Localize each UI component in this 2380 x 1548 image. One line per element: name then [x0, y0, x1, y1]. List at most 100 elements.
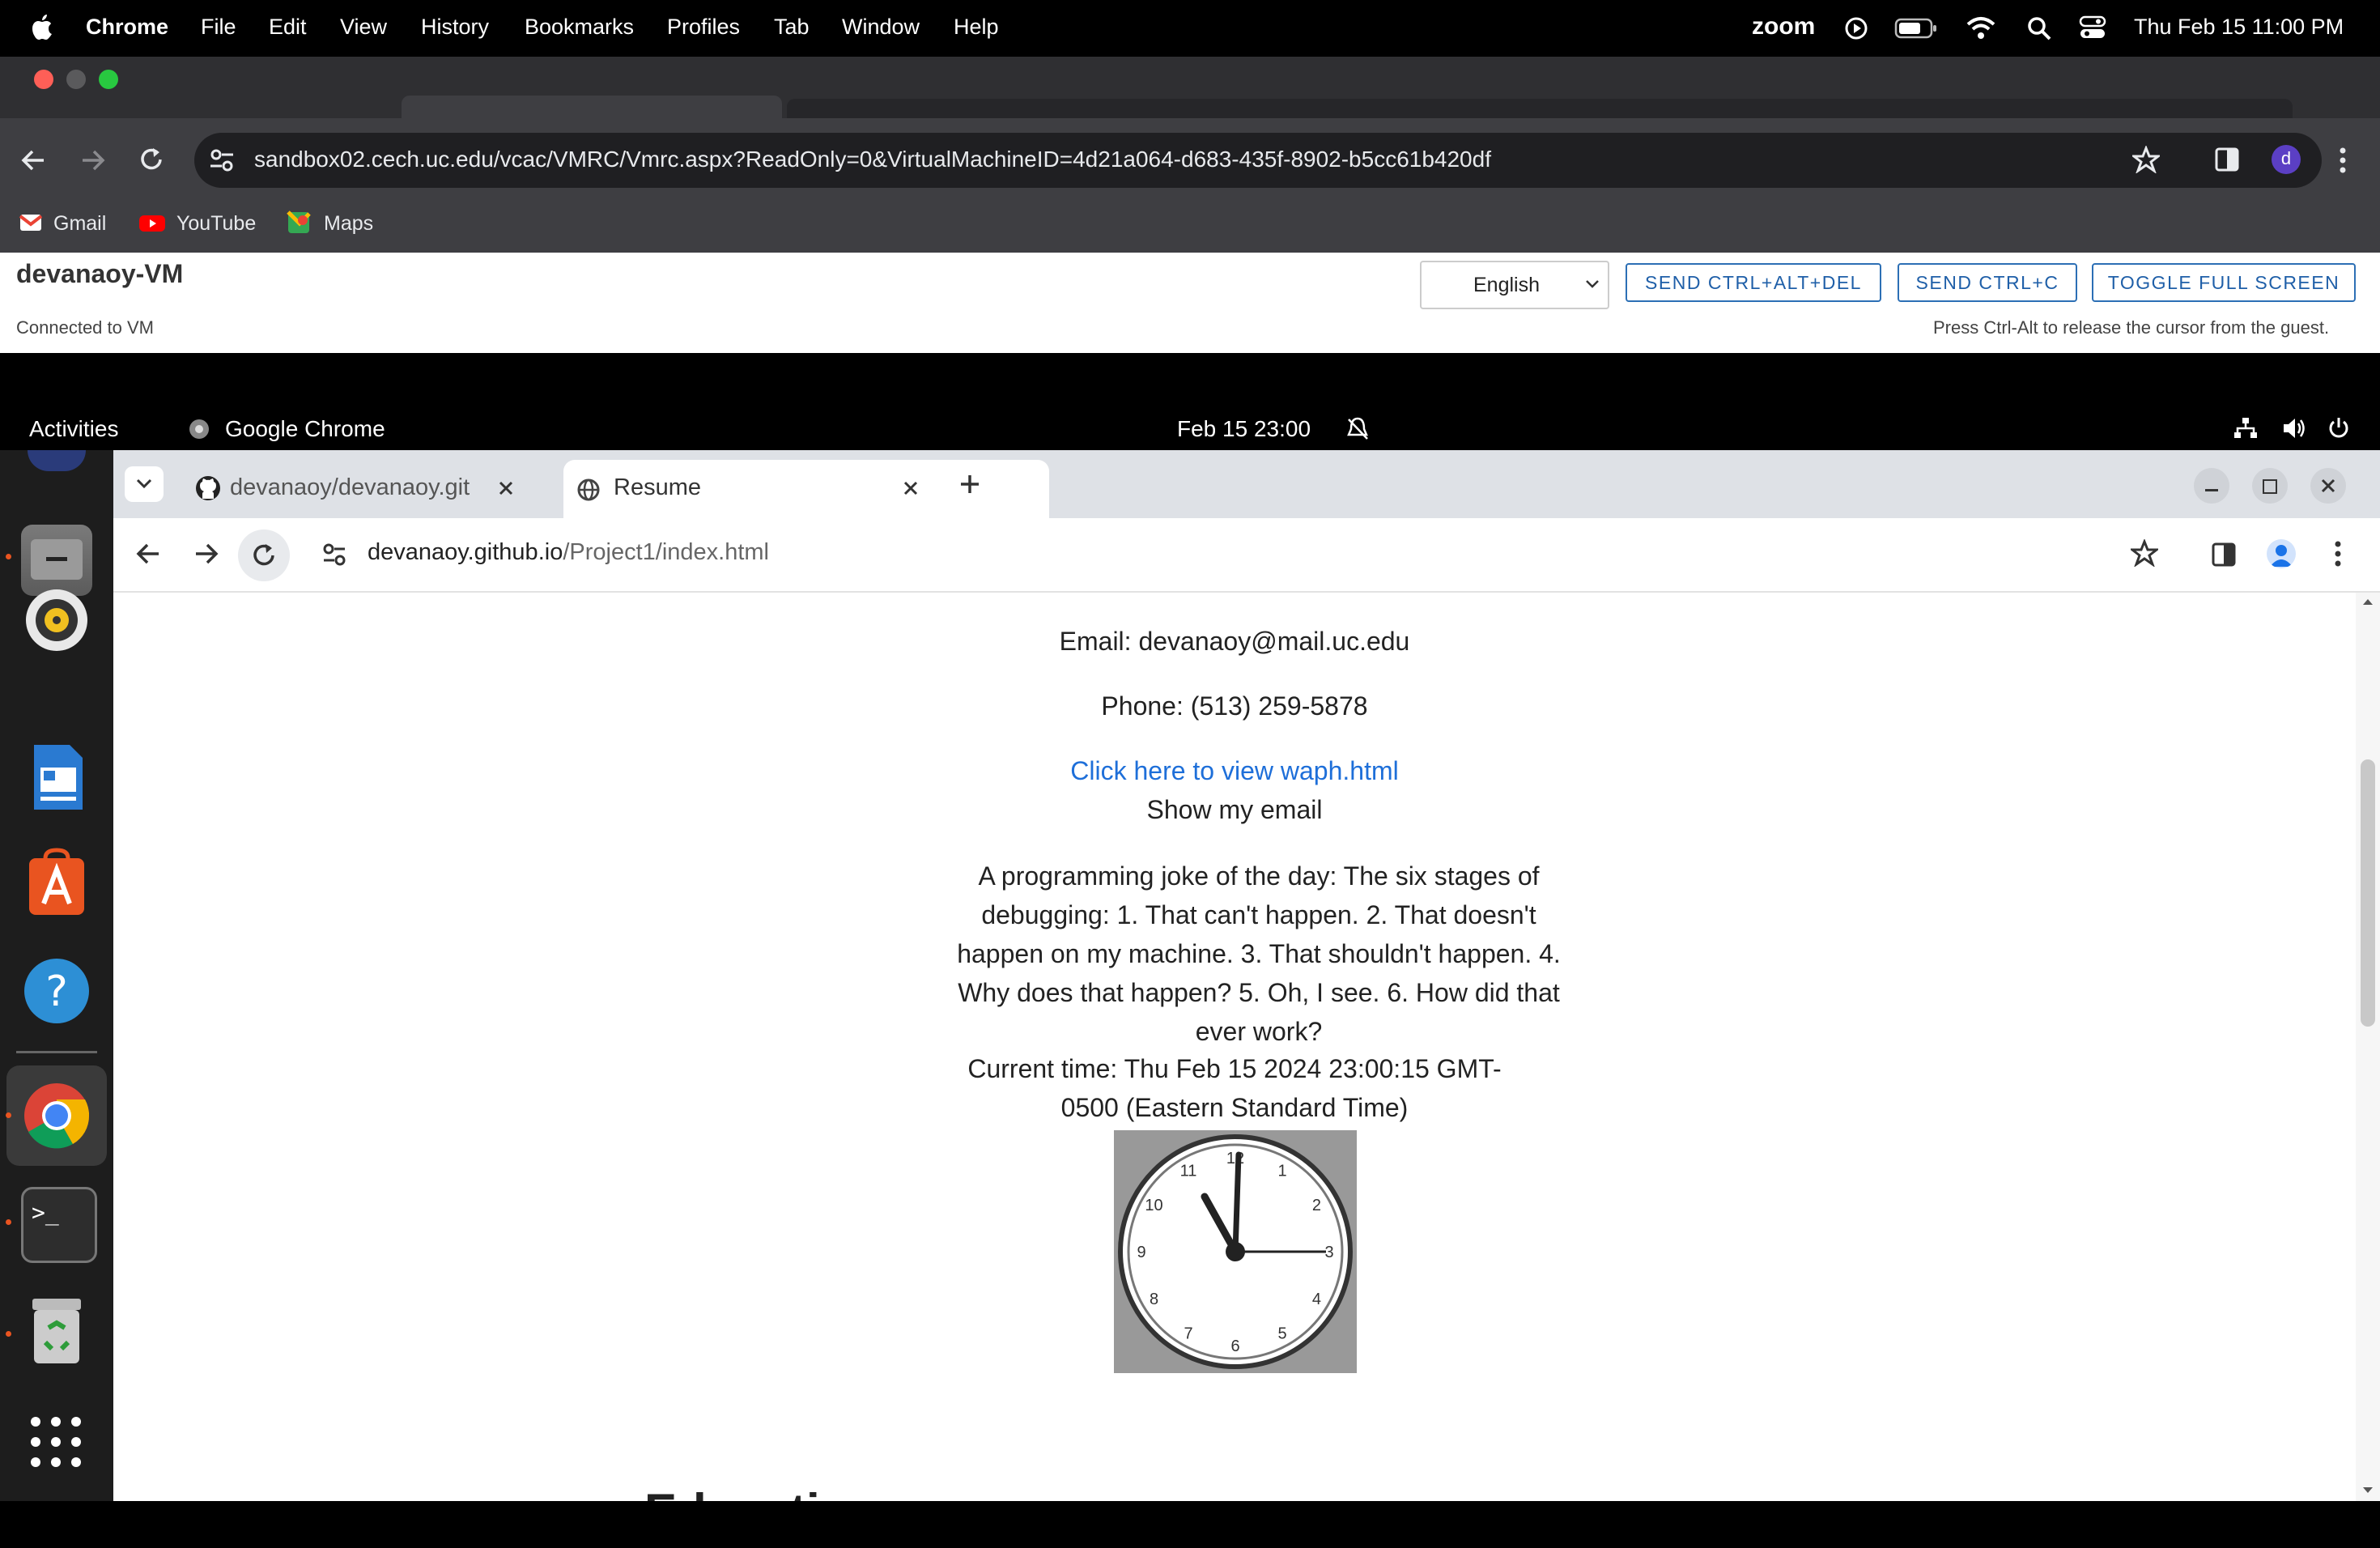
maximize-window-button[interactable] — [99, 70, 118, 89]
site-info-icon[interactable] — [209, 147, 235, 173]
battery-icon[interactable] — [1894, 16, 1940, 40]
maps-icon[interactable] — [287, 211, 311, 235]
bookmark-maps[interactable]: Maps — [324, 212, 373, 236]
bookmark-gmail[interactable]: Gmail — [53, 212, 106, 236]
forward-arrow-icon[interactable] — [193, 541, 220, 567]
side-panel-icon[interactable] — [2212, 542, 2236, 567]
menu-help[interactable]: Help — [954, 15, 999, 40]
volume-icon[interactable] — [2281, 416, 2307, 440]
app-center-icon[interactable] — [21, 847, 92, 918]
outer-active-tab[interactable] — [402, 96, 782, 118]
focused-app-name[interactable]: Google Chrome — [225, 416, 385, 442]
control-center-icon[interactable] — [2079, 15, 2106, 40]
back-arrow-icon[interactable] — [134, 541, 162, 567]
menu-edit[interactable]: Edit — [269, 15, 307, 40]
network-icon[interactable] — [2233, 416, 2259, 440]
inner-url-text[interactable]: devanaoy.github.io/Project1/index.html — [368, 539, 769, 566]
wifi-icon[interactable] — [1966, 15, 1996, 40]
side-panel-icon[interactable] — [2215, 147, 2239, 172]
minimize-window-button[interactable] — [66, 70, 86, 89]
new-tab-plus-icon[interactable] — [958, 473, 981, 495]
clock-numeral: 11 — [1180, 1163, 1197, 1180]
dock-partial-app-icon[interactable] — [28, 450, 86, 471]
show-email-button[interactable]: Show my email — [113, 795, 2356, 825]
mac-clock: Thu Feb 15 11:00 PM — [2134, 15, 2344, 39]
bookmark-star-icon[interactable] — [2132, 146, 2160, 173]
spotlight-search-icon[interactable] — [2027, 16, 2051, 40]
profile-icon[interactable] — [2267, 539, 2296, 568]
clock-numeral: 8 — [1150, 1291, 1158, 1308]
close-window-button[interactable] — [2310, 468, 2346, 504]
show-apps-grid-icon[interactable] — [29, 1415, 83, 1469]
toggle-full-screen-button[interactable]: TOGGLE FULL SCREEN — [2092, 263, 2356, 302]
power-icon[interactable] — [2327, 416, 2351, 440]
restore-button[interactable] — [2252, 468, 2288, 504]
scrollbar-thumb[interactable] — [2361, 759, 2375, 1027]
clock-numeral: 9 — [1137, 1244, 1145, 1261]
running-indicator-dot — [6, 1219, 11, 1225]
reload-icon[interactable] — [138, 146, 165, 173]
waph-link[interactable]: Click here to view waph.html — [1070, 756, 1398, 785]
clock-numeral: 5 — [1277, 1325, 1286, 1342]
menu-app-name[interactable]: Chrome — [86, 15, 168, 40]
bookmark-youtube[interactable]: YouTube — [176, 212, 256, 236]
scroll-down-arrow-icon[interactable] — [2362, 1486, 2374, 1495]
menu-window[interactable]: Window — [842, 15, 920, 40]
running-indicator-dot — [6, 1112, 11, 1118]
play-icon[interactable] — [1844, 16, 1868, 40]
outer-url-text[interactable]: sandbox02.cech.uc.edu/vcac/VMRC/Vmrc.asp… — [254, 147, 1491, 172]
close-tab-icon[interactable] — [902, 479, 920, 497]
current-time-line-1: Current time: Thu Feb 15 2024 23:00:15 G… — [967, 1054, 1502, 1083]
back-arrow-icon[interactable] — [19, 147, 49, 173]
tab-resume-title: Resume — [614, 474, 701, 500]
trash-icon[interactable] — [21, 1295, 92, 1367]
profile-avatar[interactable]: d — [2272, 145, 2301, 174]
notification-bell-icon[interactable] — [1345, 416, 1370, 442]
gmail-icon[interactable] — [19, 214, 42, 232]
page-scrollbar[interactable] — [2356, 593, 2380, 1501]
menu-kebab-icon[interactable] — [2331, 539, 2344, 568]
scroll-up-arrow-icon[interactable] — [2362, 598, 2374, 606]
help-icon[interactable]: ? — [21, 955, 92, 1027]
svg-text:?: ? — [45, 968, 68, 1016]
zoom-status-icon[interactable]: zoom — [1752, 13, 1815, 40]
rhythmbox-icon[interactable] — [21, 585, 92, 656]
tab-github-title: devanaoy/devanaoy.git — [230, 474, 470, 500]
github-icon — [196, 476, 220, 500]
outer-tab[interactable] — [787, 99, 2293, 118]
menu-kebab-icon[interactable] — [2336, 146, 2349, 175]
activities-button[interactable]: Activities — [29, 416, 118, 442]
gnome-clock[interactable]: Feb 15 23:00 — [1177, 416, 1311, 442]
close-window-button[interactable] — [34, 70, 53, 89]
clock-center — [1226, 1242, 1245, 1261]
close-tab-icon[interactable] — [497, 479, 515, 497]
libreoffice-writer-icon[interactable] — [21, 742, 92, 813]
clock-numeral: 1 — [1277, 1163, 1286, 1180]
programming-joke: A programming joke of the day: The six s… — [957, 861, 1561, 1046]
terminal-icon[interactable]: >_ — [21, 1187, 97, 1263]
menu-history[interactable]: History — [421, 15, 489, 40]
menu-file[interactable]: File — [201, 15, 236, 40]
menu-bookmarks[interactable]: Bookmarks — [525, 15, 634, 40]
send-ctrl-alt-del-button[interactable]: SEND CTRL+ALT+DEL — [1626, 263, 1881, 302]
youtube-icon[interactable] — [139, 214, 165, 233]
site-info-icon[interactable] — [322, 542, 346, 567]
bookmark-star-icon[interactable] — [2131, 539, 2158, 567]
menu-profiles[interactable]: Profiles — [667, 15, 740, 40]
apple-icon[interactable] — [29, 13, 53, 42]
tab-search-button[interactable] — [125, 466, 164, 502]
menu-tab[interactable]: Tab — [774, 15, 810, 40]
forward-arrow-icon[interactable] — [78, 147, 107, 173]
running-indicator-dot — [6, 554, 11, 559]
minute-hand — [1232, 1151, 1242, 1255]
url-host: devanaoy.github.io — [368, 539, 563, 565]
chevron-down-icon — [1586, 280, 1599, 288]
google-chrome-icon[interactable] — [21, 1080, 92, 1151]
send-ctrl-c-button[interactable]: SEND CTRL+C — [1898, 263, 2077, 302]
reload-button[interactable] — [238, 529, 290, 581]
clock-numeral: 6 — [1230, 1337, 1239, 1355]
minimize-button[interactable] — [2194, 468, 2229, 504]
language-select[interactable]: English — [1420, 261, 1609, 309]
language-select-value: English — [1473, 273, 1540, 296]
menu-view[interactable]: View — [340, 15, 387, 40]
